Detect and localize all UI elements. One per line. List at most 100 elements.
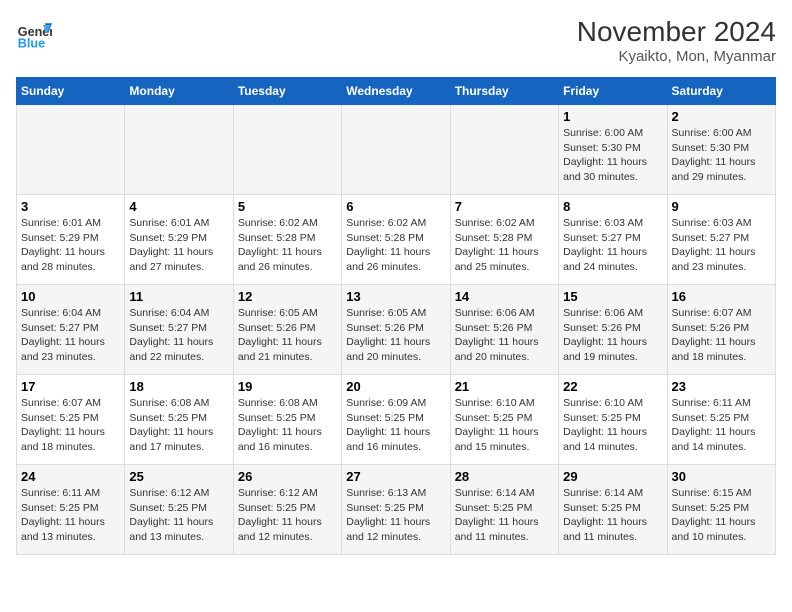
day-cell: 16Sunrise: 6:07 AMSunset: 5:26 PMDayligh… <box>667 285 775 375</box>
day-number: 24 <box>21 469 120 484</box>
day-cell: 20 Sunrise: 6:09 AMSunset: 5:25 PMDayligh… <box>342 375 450 465</box>
day-number: 3 <box>21 199 120 214</box>
day-info: Sunrise: 6:00 AMSunset: 5:30 PMDaylight:… <box>563 126 662 185</box>
day-cell: 22Sunrise: 6:10 AMSunset: 5:25 PMDayligh… <box>559 375 667 465</box>
location-subtitle: Kyaikto, Mon, Myanmar <box>577 48 776 65</box>
day-number: 27 <box>346 469 445 484</box>
day-info: Sunrise: 6:04 AMSunset: 5:27 PMDaylight:… <box>129 306 228 365</box>
header-row: SundayMondayTuesdayWednesdayThursdayFrid… <box>17 78 776 105</box>
day-cell: 12 Sunrise: 6:05 AMSunset: 5:26 PMDayligh… <box>233 285 341 375</box>
day-info: Sunrise: 6:14 AMSunset: 5:25 PMDaylight:… <box>563 486 662 545</box>
day-number: 5 <box>238 199 337 214</box>
logo: General Blue <box>16 16 56 52</box>
day-info: Sunrise: 6:07 AMSunset: 5:26 PMDaylight:… <box>672 306 771 365</box>
day-cell: 4 Sunrise: 6:01 AMSunset: 5:29 PMDaylight… <box>125 195 233 285</box>
day-number: 1 <box>563 109 662 124</box>
day-cell: 17 Sunrise: 6:07 AMSunset: 5:25 PMDayligh… <box>17 375 125 465</box>
day-number: 23 <box>672 379 771 394</box>
day-info: Sunrise: 6:11 AMSunset: 5:25 PMDaylight:… <box>21 486 120 545</box>
day-number: 26 <box>238 469 337 484</box>
header-cell-thursday: Thursday <box>450 78 558 105</box>
day-number: 12 <box>238 289 337 304</box>
day-cell: 19 Sunrise: 6:08 AMSunset: 5:25 PMDayligh… <box>233 375 341 465</box>
day-info: Sunrise: 6:10 AMSunset: 5:25 PMDaylight:… <box>455 396 554 455</box>
day-number: 29 <box>563 469 662 484</box>
day-cell: 21 Sunrise: 6:10 AMSunset: 5:25 PMDayligh… <box>450 375 558 465</box>
day-info: Sunrise: 6:02 AMSunset: 5:28 PMDaylight:… <box>238 216 337 275</box>
day-number: 7 <box>455 199 554 214</box>
week-row-3: 10 Sunrise: 6:04 AMSunset: 5:27 PMDayligh… <box>17 285 776 375</box>
day-number: 20 <box>346 379 445 394</box>
header-cell-sunday: Sunday <box>17 78 125 105</box>
day-cell: 8 Sunrise: 6:03 AMSunset: 5:27 PMDaylight… <box>559 195 667 285</box>
day-info: Sunrise: 6:00 AMSunset: 5:30 PMDaylight:… <box>672 126 771 185</box>
day-info: Sunrise: 6:14 AMSunset: 5:25 PMDaylight:… <box>455 486 554 545</box>
day-number: 9 <box>672 199 771 214</box>
day-cell: 10 Sunrise: 6:04 AMSunset: 5:27 PMDayligh… <box>17 285 125 375</box>
header-cell-wednesday: Wednesday <box>342 78 450 105</box>
day-cell: 25 Sunrise: 6:12 AMSunset: 5:25 PMDayligh… <box>125 465 233 555</box>
header-cell-friday: Friday <box>559 78 667 105</box>
header-cell-monday: Monday <box>125 78 233 105</box>
day-info: Sunrise: 6:02 AMSunset: 5:28 PMDaylight:… <box>455 216 554 275</box>
day-info: Sunrise: 6:09 AMSunset: 5:25 PMDaylight:… <box>346 396 445 455</box>
day-cell: 30 Sunrise: 6:15 AMSunset: 5:25 PMDayligh… <box>667 465 775 555</box>
day-info: Sunrise: 6:08 AMSunset: 5:25 PMDaylight:… <box>238 396 337 455</box>
week-row-2: 3 Sunrise: 6:01 AMSunset: 5:29 PMDaylight… <box>17 195 776 285</box>
day-cell: 13Sunrise: 6:05 AMSunset: 5:26 PMDayligh… <box>342 285 450 375</box>
day-number: 18 <box>129 379 228 394</box>
day-cell: 9 Sunrise: 6:03 AMSunset: 5:27 PMDaylight… <box>667 195 775 285</box>
day-info: Sunrise: 6:04 AMSunset: 5:27 PMDaylight:… <box>21 306 120 365</box>
week-row-5: 24 Sunrise: 6:11 AMSunset: 5:25 PMDayligh… <box>17 465 776 555</box>
calendar-header: SundayMondayTuesdayWednesdayThursdayFrid… <box>17 78 776 105</box>
day-info: Sunrise: 6:01 AMSunset: 5:29 PMDaylight:… <box>21 216 120 275</box>
day-cell: 14Sunrise: 6:06 AMSunset: 5:26 PMDayligh… <box>450 285 558 375</box>
day-cell: 1 Sunrise: 6:00 AMSunset: 5:30 PMDaylight… <box>559 105 667 195</box>
day-number: 11 <box>129 289 228 304</box>
day-number: 4 <box>129 199 228 214</box>
day-cell <box>450 105 558 195</box>
day-info: Sunrise: 6:13 AMSunset: 5:25 PMDaylight:… <box>346 486 445 545</box>
calendar-body: 1 Sunrise: 6:00 AMSunset: 5:30 PMDaylight… <box>17 105 776 555</box>
day-number: 17 <box>21 379 120 394</box>
day-info: Sunrise: 6:08 AMSunset: 5:25 PMDaylight:… <box>129 396 228 455</box>
month-year-title: November 2024 <box>577 16 776 48</box>
day-info: Sunrise: 6:07 AMSunset: 5:25 PMDaylight:… <box>21 396 120 455</box>
day-cell: 5 Sunrise: 6:02 AMSunset: 5:28 PMDaylight… <box>233 195 341 285</box>
day-number: 21 <box>455 379 554 394</box>
day-cell <box>125 105 233 195</box>
day-info: Sunrise: 6:10 AMSunset: 5:25 PMDaylight:… <box>563 396 662 455</box>
day-cell: 2 Sunrise: 6:00 AMSunset: 5:30 PMDaylight… <box>667 105 775 195</box>
day-info: Sunrise: 6:06 AMSunset: 5:26 PMDaylight:… <box>563 306 662 365</box>
day-cell: 24 Sunrise: 6:11 AMSunset: 5:25 PMDayligh… <box>17 465 125 555</box>
day-number: 25 <box>129 469 228 484</box>
calendar-table: SundayMondayTuesdayWednesdayThursdayFrid… <box>16 77 776 555</box>
day-number: 30 <box>672 469 771 484</box>
week-row-1: 1 Sunrise: 6:00 AMSunset: 5:30 PMDaylight… <box>17 105 776 195</box>
day-info: Sunrise: 6:12 AMSunset: 5:25 PMDaylight:… <box>129 486 228 545</box>
day-cell: 11 Sunrise: 6:04 AMSunset: 5:27 PMDayligh… <box>125 285 233 375</box>
day-info: Sunrise: 6:01 AMSunset: 5:29 PMDaylight:… <box>129 216 228 275</box>
day-info: Sunrise: 6:05 AMSunset: 5:26 PMDaylight:… <box>238 306 337 365</box>
day-info: Sunrise: 6:02 AMSunset: 5:28 PMDaylight:… <box>346 216 445 275</box>
day-cell: 29 Sunrise: 6:14 AMSunset: 5:25 PMDayligh… <box>559 465 667 555</box>
day-number: 28 <box>455 469 554 484</box>
day-number: 14 <box>455 289 554 304</box>
day-cell <box>233 105 341 195</box>
day-number: 8 <box>563 199 662 214</box>
day-cell: 18 Sunrise: 6:08 AMSunset: 5:25 PMDayligh… <box>125 375 233 465</box>
day-number: 10 <box>21 289 120 304</box>
day-number: 19 <box>238 379 337 394</box>
day-info: Sunrise: 6:03 AMSunset: 5:27 PMDaylight:… <box>672 216 771 275</box>
header-cell-tuesday: Tuesday <box>233 78 341 105</box>
day-number: 2 <box>672 109 771 124</box>
day-number: 6 <box>346 199 445 214</box>
day-info: Sunrise: 6:15 AMSunset: 5:25 PMDaylight:… <box>672 486 771 545</box>
day-number: 15 <box>563 289 662 304</box>
svg-text:Blue: Blue <box>18 37 45 51</box>
title-block: November 2024 Kyaikto, Mon, Myanmar <box>577 16 776 65</box>
day-cell: 28 Sunrise: 6:14 AMSunset: 5:25 PMDayligh… <box>450 465 558 555</box>
day-info: Sunrise: 6:11 AMSunset: 5:25 PMDaylight:… <box>672 396 771 455</box>
day-cell: 26Sunrise: 6:12 AMSunset: 5:25 PMDayligh… <box>233 465 341 555</box>
day-info: Sunrise: 6:03 AMSunset: 5:27 PMDaylight:… <box>563 216 662 275</box>
